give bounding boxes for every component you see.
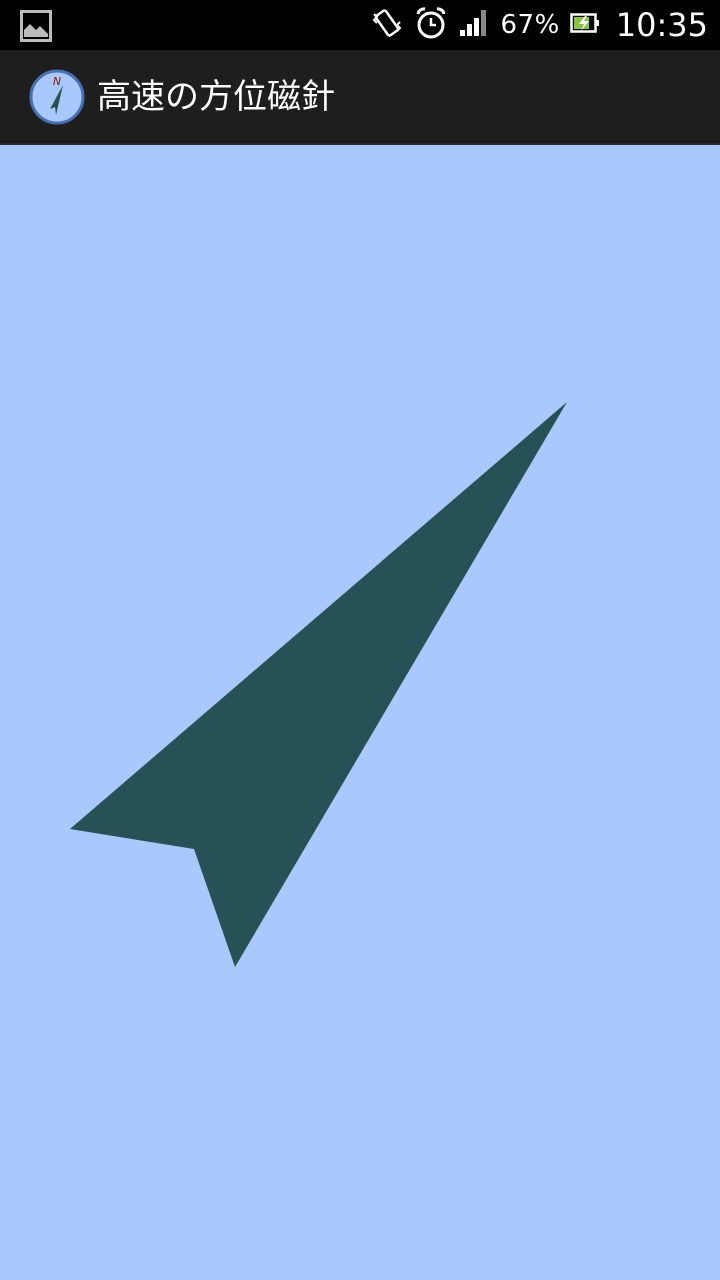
- app-icon-north-label: N: [53, 75, 61, 88]
- signal-icon: [458, 8, 490, 42]
- action-bar: N 高速の方位磁針: [0, 50, 720, 145]
- battery-percent: 67%: [500, 10, 560, 40]
- vibrate-icon: [370, 6, 404, 44]
- alarm-icon: [414, 6, 448, 44]
- battery-charging-icon: [570, 11, 600, 39]
- status-icons: 67% 10:35: [370, 0, 708, 50]
- compass-needle-canvas: [70, 402, 567, 967]
- compass-needle: [70, 402, 567, 967]
- clock-time: 10:35: [615, 6, 708, 44]
- app-compass-icon[interactable]: N: [28, 68, 86, 126]
- status-bar: 67% 10:35: [0, 0, 720, 50]
- compass-view: [0, 145, 720, 1280]
- image-notification-icon: [20, 10, 52, 42]
- app-title: 高速の方位磁針: [97, 77, 335, 117]
